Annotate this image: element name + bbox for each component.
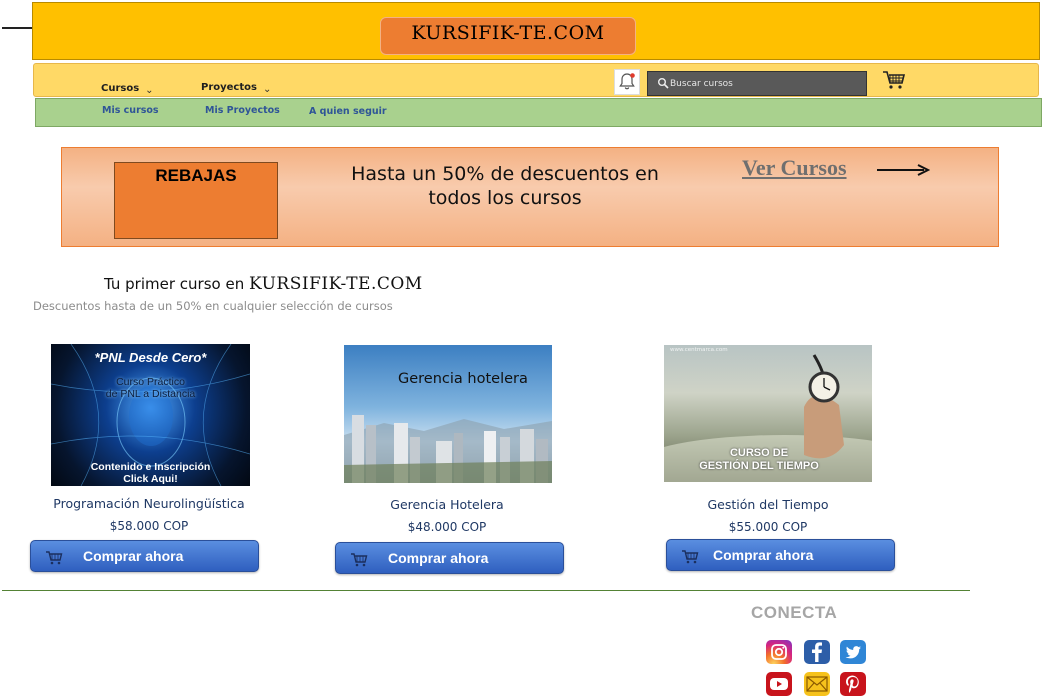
ver-cursos-link[interactable]: Ver Cursos [742, 155, 847, 181]
buy-button-label: Comprar ahora [713, 547, 814, 563]
nav-cursos-label: Cursos [101, 83, 140, 94]
pinterest-icon[interactable] [840, 672, 866, 696]
course-title[interactable]: Gestión del Tiempo [638, 497, 898, 512]
pnl-image-cta-1: Contenido e Inscripción [90, 461, 211, 473]
buy-button-label: Comprar ahora [388, 550, 489, 566]
nav-cursos[interactable]: Cursos ⌄ [101, 76, 154, 96]
subnav-mis-cursos[interactable]: Mis cursos [102, 105, 159, 116]
buy-button-label: Comprar ahora [83, 548, 184, 564]
tiempo-image-title: CURSO DE GESTIÓN DEL TIEMPO [664, 447, 854, 473]
pinterest-glyph [846, 675, 859, 693]
intro-subtitle: Descuentos hasta de un 50% en cualquier … [33, 299, 393, 313]
chevron-down-icon: ⌄ [145, 85, 154, 96]
youtube-glyph [770, 678, 788, 690]
course-image-pnl[interactable]: *PNL Desde Cero* Curso Práctico de PNL a… [51, 344, 250, 486]
promo-line-1: Hasta un 50% de descuentos en [351, 163, 659, 185]
pnl-image-title: *PNL Desde Cero* [94, 350, 207, 365]
cart-icon [46, 551, 63, 565]
intro-title-brand: KURSIFIK-TE.COM [249, 274, 423, 294]
email-icon[interactable] [804, 672, 830, 696]
cart-icon [883, 71, 906, 89]
course-image-tiempo[interactable]: www.centmarca.com CURSO DE GESTIÓN DEL T… [664, 345, 872, 482]
cart-icon [351, 553, 368, 567]
facebook-glyph [812, 642, 822, 662]
subnav-mis-proyectos[interactable]: Mis Proyectos [205, 105, 280, 116]
subnav-a-quien-seguir[interactable]: A quien seguir [309, 106, 387, 117]
nav-proyectos-label: Proyectos [201, 82, 257, 93]
tiempo-image-watermark: www.centmarca.com [670, 347, 728, 353]
intro-title: Tu primer curso en KURSIFIK-TE.COM [104, 274, 423, 294]
buy-button[interactable]: Comprar ahora [30, 540, 259, 572]
pnl-image-line-1: Curso Práctico [116, 376, 185, 388]
pnl-image-line-2: de PNL a Distancia [105, 388, 196, 400]
course-title[interactable]: Programación Neurolingüística [19, 496, 279, 511]
search-input[interactable] [670, 75, 860, 92]
chevron-down-icon: ⌄ [262, 84, 272, 95]
secondary-navbar [35, 98, 1042, 127]
search-box[interactable] [647, 71, 867, 96]
arrow-right-icon[interactable] [876, 160, 930, 180]
tiempo-image-line-1: CURSO DE [729, 447, 789, 459]
buy-button[interactable]: Comprar ahora [335, 542, 564, 574]
conecta-heading: CONECTA [751, 603, 838, 622]
city-skyline-illustration [344, 415, 552, 483]
twitter-icon[interactable] [840, 640, 866, 664]
twitter-glyph [845, 646, 861, 659]
pnl-image-cta-2: Click Aqui! [123, 473, 178, 485]
pnl-image-cta: Contenido e Inscripción Click Aqui! [51, 461, 250, 485]
bell-icon [619, 73, 635, 90]
course-title[interactable]: Gerencia Hotelera [317, 497, 577, 512]
instagram-glyph [771, 644, 787, 660]
youtube-icon[interactable] [766, 672, 792, 696]
cart-button[interactable] [882, 69, 906, 95]
intro-title-prefix: Tu primer curso en [104, 275, 245, 293]
course-price: $55.000 COP [728, 520, 808, 534]
nav-proyectos[interactable]: Proyectos ⌄ [201, 75, 272, 95]
facebook-icon[interactable] [804, 640, 830, 664]
decorative-dash [2, 27, 32, 29]
footer-divider [2, 590, 970, 591]
email-glyph [806, 676, 828, 692]
notifications-button[interactable] [614, 69, 640, 95]
promo-text: Hasta un 50% de descuentos en todos los … [330, 162, 680, 210]
pnl-image-subtitle: Curso Práctico de PNL a Distancia [51, 376, 250, 400]
sale-label: REBAJAS [155, 166, 237, 185]
course-price: $58.000 COP [109, 519, 189, 533]
course-image-hotel[interactable]: Gerencia hotelera [344, 345, 552, 483]
buy-button[interactable]: Comprar ahora [666, 539, 895, 571]
hotel-image-title: Gerencia hotelera [398, 371, 528, 387]
tiempo-image-line-2: GESTIÓN DEL TIEMPO [699, 460, 819, 472]
instagram-icon[interactable] [766, 640, 792, 664]
cart-icon [682, 550, 699, 564]
promo-line-2: todos los cursos [428, 187, 582, 209]
search-icon [658, 78, 669, 89]
site-logo[interactable]: KURSIFIK-TE.COM [380, 17, 636, 55]
course-price: $48.000 COP [407, 520, 487, 534]
